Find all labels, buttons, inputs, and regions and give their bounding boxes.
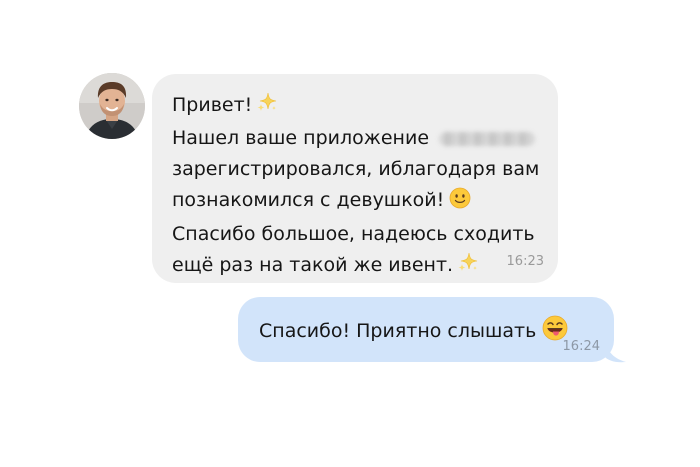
redacted-text bbox=[439, 131, 536, 146]
incoming-message-time: 16:23 bbox=[506, 254, 544, 269]
message-line-4: познакомился с девушкой! bbox=[172, 185, 538, 219]
message-text: познакомился с девушкой! bbox=[172, 189, 445, 211]
person-avatar-icon bbox=[79, 73, 145, 139]
message-line-1: Привет! bbox=[172, 90, 538, 123]
sender-avatar[interactable] bbox=[79, 73, 145, 139]
incoming-message-bubble[interactable]: Привет! Нашел ваше приложение зарегистри… bbox=[152, 74, 558, 283]
sparkles-icon bbox=[457, 251, 479, 283]
message-text: Нашел ваше приложение bbox=[172, 127, 430, 149]
sparkles-icon bbox=[256, 91, 278, 123]
message-line-6: ещё раз на такой же ивент. bbox=[172, 250, 538, 283]
outgoing-message-bubble[interactable]: Спасибо! Приятно слышать 16:24 bbox=[238, 297, 614, 362]
message-text: Привет! bbox=[172, 94, 253, 116]
message-line-2: Нашел ваше приложение bbox=[172, 123, 538, 154]
outgoing-message-time: 16:24 bbox=[562, 339, 600, 354]
message-line-3: зарегистрировался, иблагодаря вам bbox=[172, 154, 540, 185]
message-line-5: Спасибо большое, надеюсь сходить bbox=[172, 219, 538, 250]
message-text: ещё раз на такой же ивент. bbox=[172, 254, 454, 276]
chat-thread: Привет! Нашел ваше приложение зарегистри… bbox=[0, 0, 700, 467]
message-text: Спасибо большое, надеюсь сходить bbox=[172, 223, 535, 245]
message-text: зарегистрировался, иблагодаря вам bbox=[172, 158, 540, 180]
message-text: Спасибо! Приятно слышать bbox=[259, 320, 537, 342]
slightly-smiling-face-icon bbox=[449, 187, 471, 219]
